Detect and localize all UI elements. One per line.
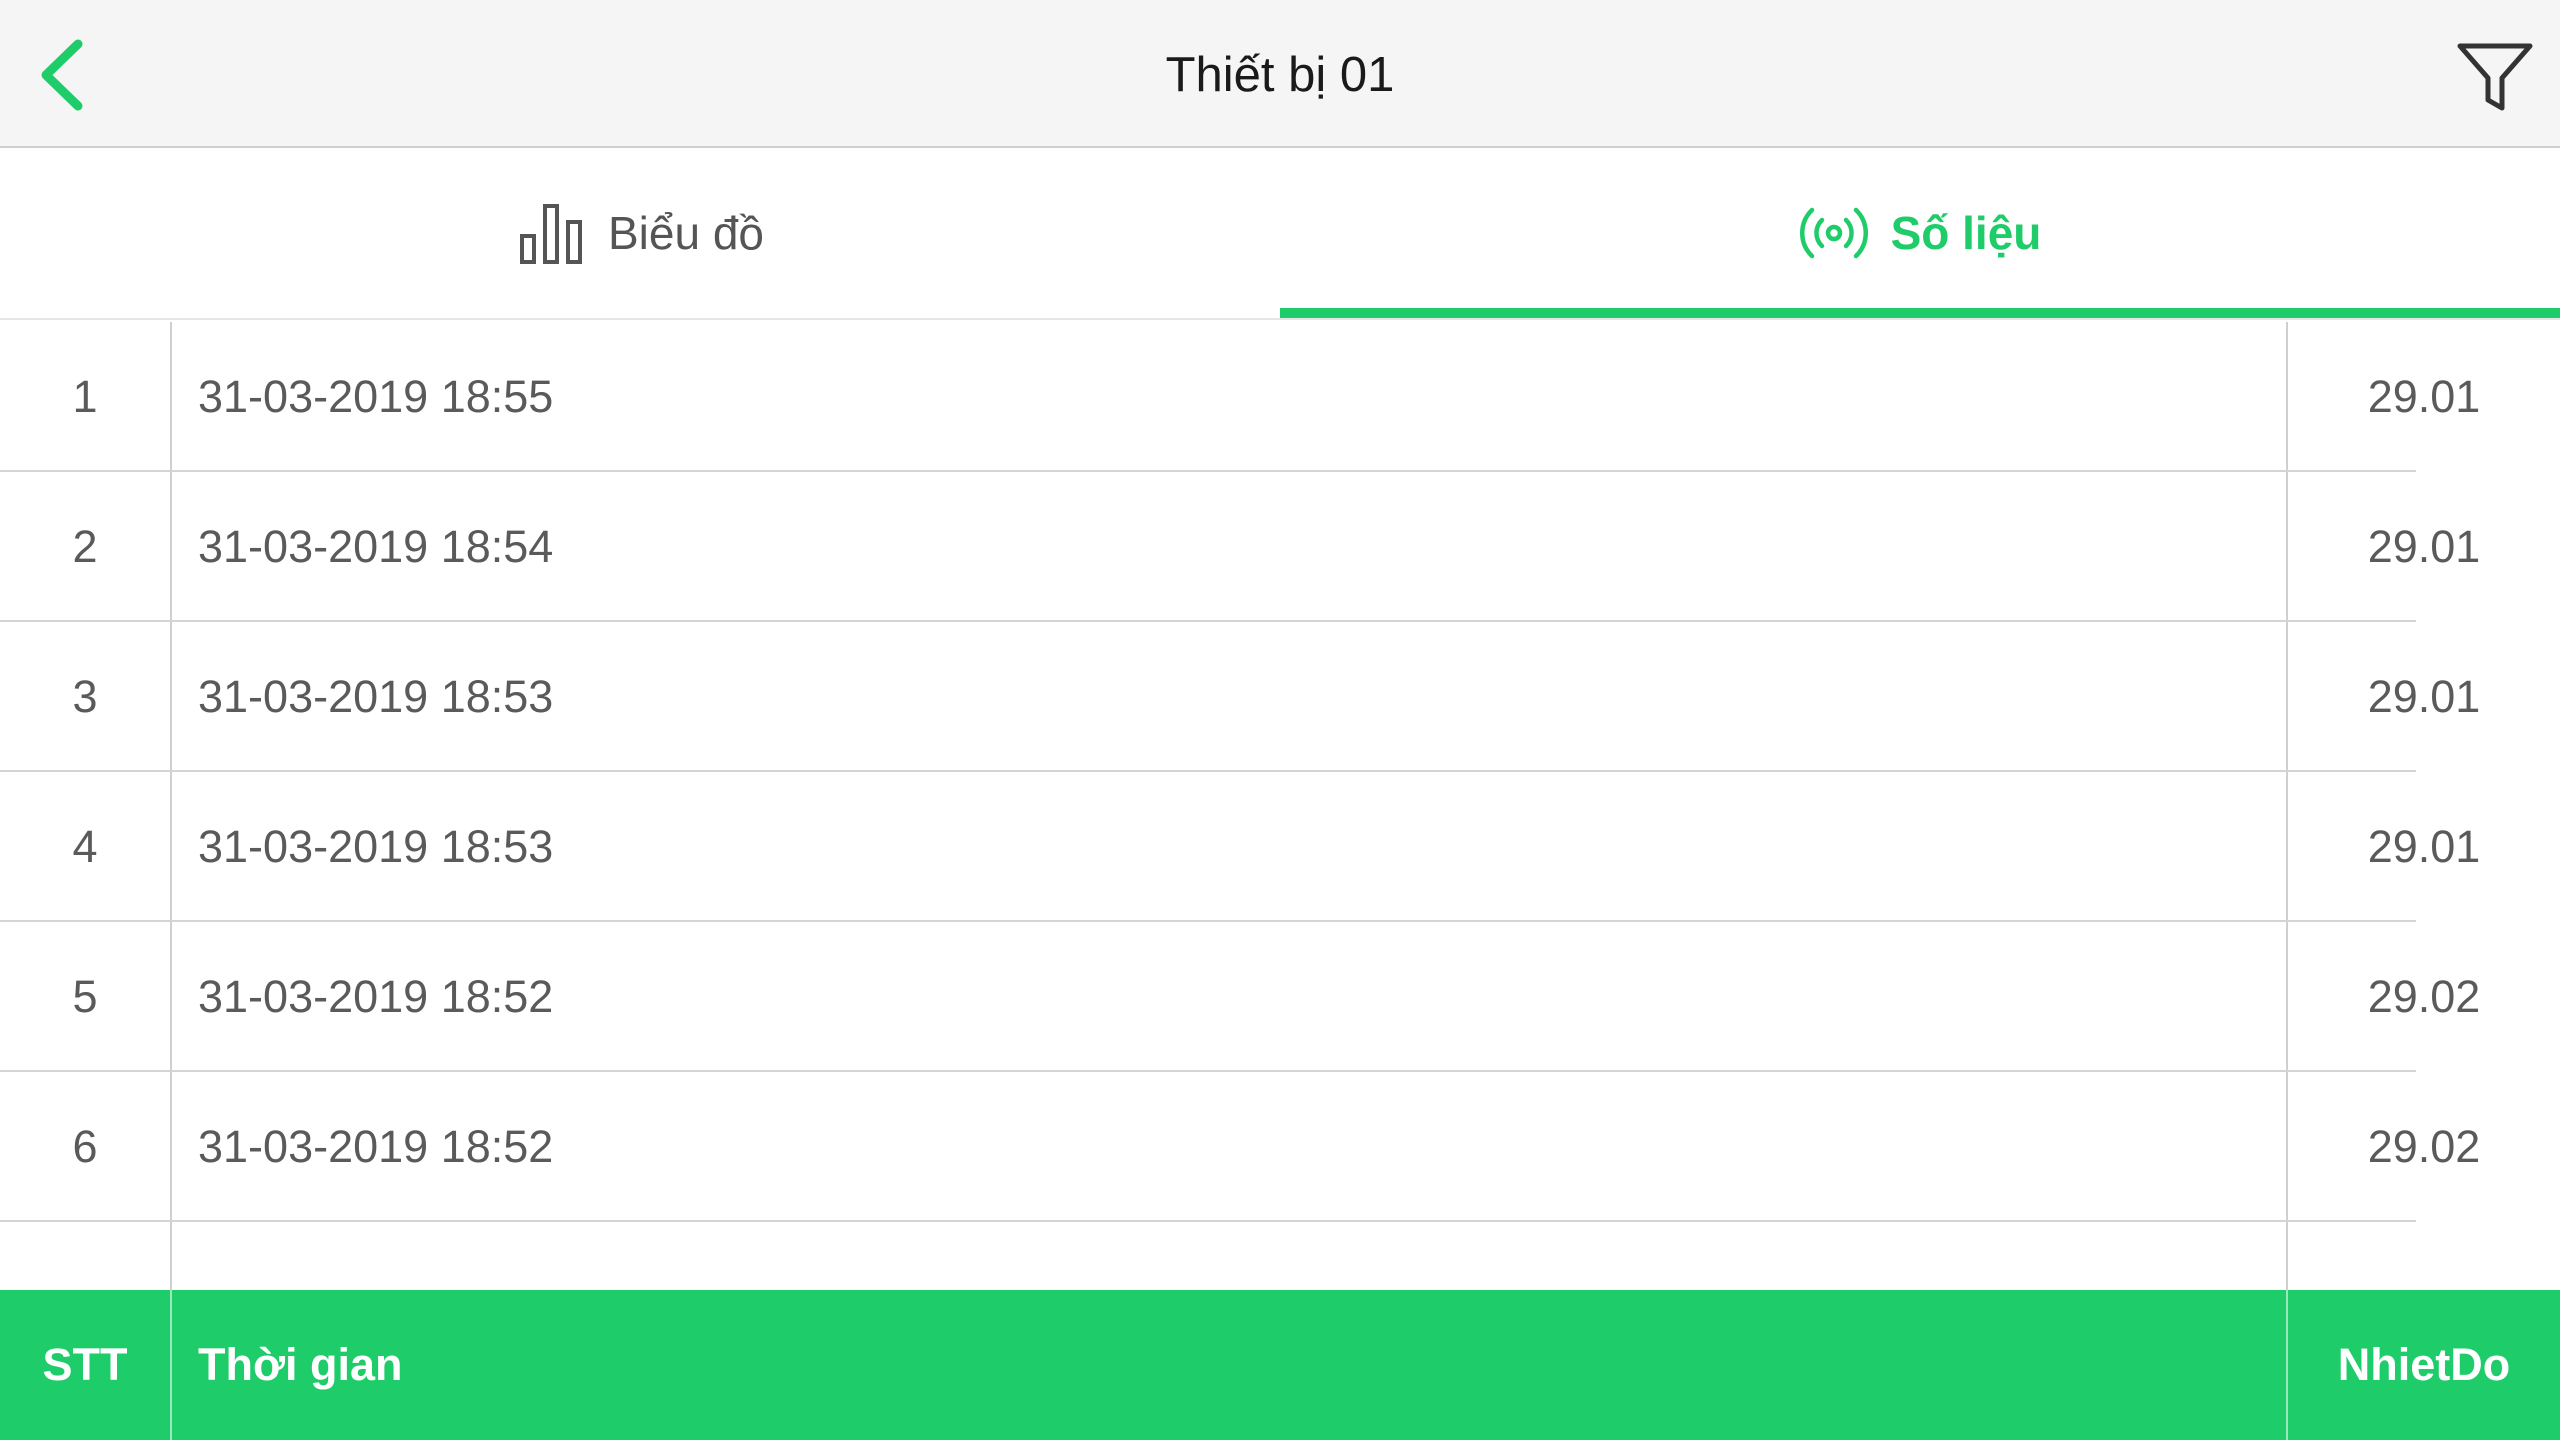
row-value: 29.01 bbox=[2367, 821, 2481, 872]
tab-chart[interactable]: Biểu đồ bbox=[0, 148, 1280, 318]
filter-icon bbox=[2457, 43, 2533, 111]
back-button[interactable] bbox=[28, 30, 108, 120]
header-divider bbox=[170, 1290, 172, 1440]
row-number: 5 bbox=[72, 971, 98, 1022]
tab-bar: Biểu đồ Số liệu bbox=[0, 148, 2560, 320]
tab-data[interactable]: Số liệu bbox=[1280, 148, 2560, 318]
row-number: 4 bbox=[72, 821, 98, 872]
broadcast-icon bbox=[1799, 207, 1868, 259]
row-number: 1 bbox=[72, 371, 98, 422]
row-number: 3 bbox=[72, 671, 98, 722]
row-value: 29.01 bbox=[2367, 521, 2481, 572]
column-header-stt[interactable]: STT bbox=[0, 1290, 170, 1440]
row-value: 29.01 bbox=[2367, 671, 2481, 722]
table-row[interactable]: 5 31-03-2019 18:52 bbox=[0, 922, 2416, 1072]
row-time: 31-03-2019 18:53 bbox=[198, 821, 554, 872]
table-row[interactable]: 2 31-03-2019 18:54 bbox=[0, 472, 2416, 622]
table-row[interactable]: 4 31-03-2019 18:53 bbox=[0, 772, 2416, 922]
row-value: 29.02 bbox=[2367, 1121, 2481, 1172]
data-table[interactable]: 1 31-03-2019 18:55 2 31-03-2019 18:54 3 … bbox=[0, 322, 2560, 1290]
column-header-value[interactable]: NhietDo bbox=[2288, 1290, 2560, 1440]
active-tab-indicator bbox=[1280, 308, 2560, 318]
chevron-left-icon bbox=[41, 39, 83, 111]
table-row[interactable]: 1 31-03-2019 18:55 bbox=[0, 322, 2416, 472]
row-number: 6 bbox=[72, 1121, 98, 1172]
row-value: 29.02 bbox=[2367, 971, 2481, 1022]
row-number: 2 bbox=[72, 521, 98, 572]
table-header: STT Thời gian NhietDo bbox=[0, 1290, 2560, 1440]
row-time: 31-03-2019 18:52 bbox=[198, 971, 554, 1022]
column-header-time[interactable]: Thời gian bbox=[198, 1290, 402, 1440]
row-time: 31-03-2019 18:54 bbox=[198, 521, 554, 572]
table-row[interactable]: 6 31-03-2019 18:52 bbox=[0, 1072, 2416, 1222]
tab-chart-label: Biểu đồ bbox=[607, 207, 764, 259]
row-time: 31-03-2019 18:52 bbox=[198, 1121, 554, 1172]
row-time: 31-03-2019 18:53 bbox=[198, 671, 554, 722]
table-row[interactable]: 3 31-03-2019 18:53 bbox=[0, 622, 2416, 772]
bar-chart-icon bbox=[519, 204, 582, 264]
row-time: 31-03-2019 18:55 bbox=[198, 371, 554, 422]
filter-button[interactable] bbox=[2450, 30, 2540, 120]
app-bar: Thiết bị 01 bbox=[0, 0, 2560, 148]
tab-data-label: Số liệu bbox=[1890, 207, 2042, 259]
page-title: Thiết bị 01 bbox=[1165, 48, 1395, 102]
row-value: 29.01 bbox=[2367, 371, 2481, 422]
